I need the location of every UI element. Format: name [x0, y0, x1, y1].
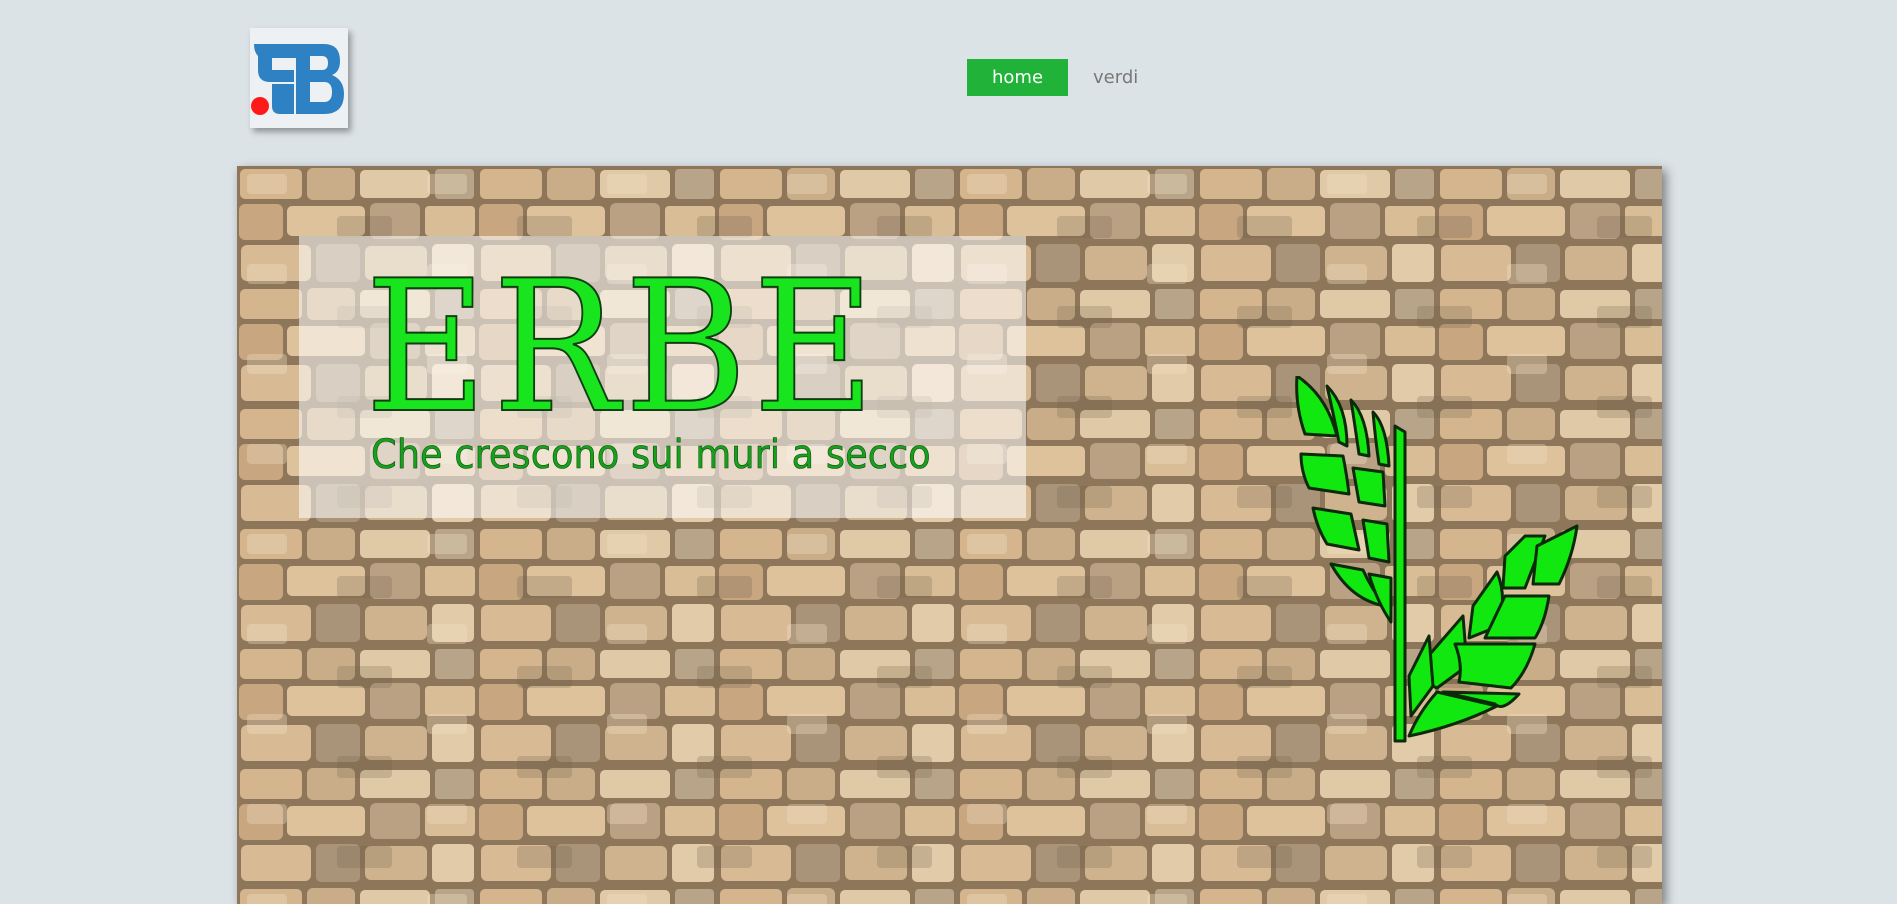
hero-title: ERBE [364, 241, 881, 453]
hero-banner: ERBE Che crescono sui muri a secco [237, 166, 1662, 904]
nav-item-home[interactable]: home [967, 59, 1069, 96]
nav-item-verdi[interactable]: verdi [1073, 59, 1158, 96]
hero-title-panel: ERBE Che crescono sui muri a secco [299, 236, 1026, 518]
site-logo[interactable] [250, 28, 348, 128]
wheat-leaf-icon [1295, 376, 1579, 743]
hero-subtitle: Che crescono sui muri a secco [371, 432, 931, 479]
main-nav: home verdi [967, 59, 1158, 96]
fb-logo-icon [251, 44, 344, 115]
